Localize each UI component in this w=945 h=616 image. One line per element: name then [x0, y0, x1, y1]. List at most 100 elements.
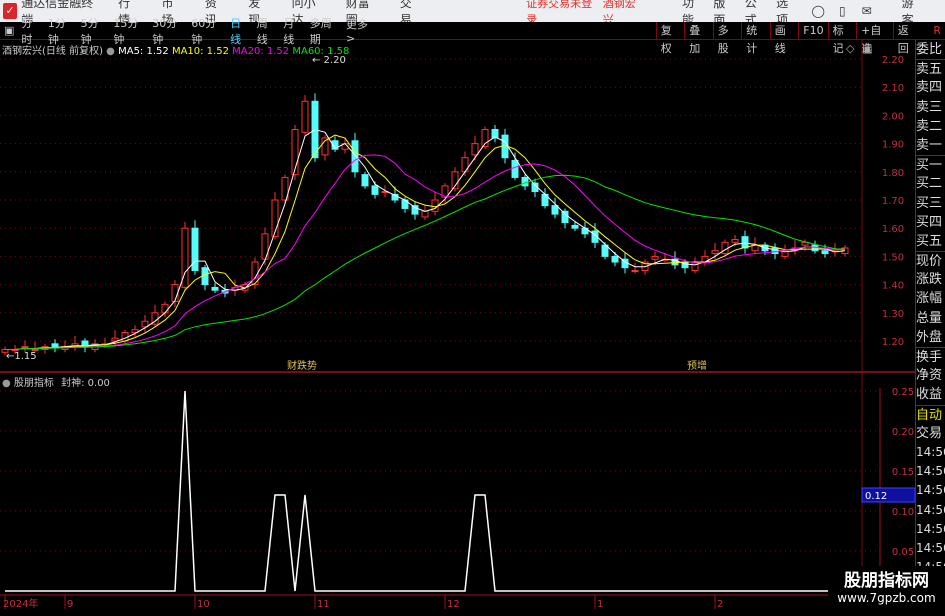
xaxis-label: 12	[447, 599, 460, 609]
quote-label: 收益	[916, 387, 943, 403]
mail-icon[interactable]: ✉	[862, 4, 872, 18]
toolbar-button[interactable]: 叠加	[684, 21, 713, 55]
event-marker: 财跌势	[287, 359, 317, 372]
xaxis-label: 2	[717, 599, 723, 609]
ma20-line	[5, 154, 845, 350]
candle	[551, 205, 559, 215]
candle	[511, 160, 519, 178]
indicator-line	[5, 390, 845, 592]
toolbar-button[interactable]: F10	[798, 21, 827, 40]
ind-tick: 0.20	[892, 427, 914, 438]
candle	[721, 241, 729, 255]
chart-legend: 酒钢宏兴(日线 前复权) ● MA5: 1.52 MA10: 1.52 MA20…	[2, 42, 349, 57]
kline-chart[interactable]: ◇ ▣ 2.20 2.10 2.00 1.90 1.80 1.70 1.60 1.50 1.40 1.…	[0, 40, 915, 609]
candle	[211, 286, 219, 291]
indicator-name[interactable]: 股朋指标	[14, 378, 54, 389]
toolbar-button[interactable]: 统计	[741, 21, 770, 55]
indicator-header: ● 股朋指标 封神: 0.00	[2, 374, 110, 389]
quote-label: 现价	[916, 251, 945, 270]
candle	[361, 174, 369, 187]
candle	[821, 250, 829, 255]
chat-icon[interactable]: ◯	[812, 4, 825, 18]
xaxis-label: 1	[597, 599, 603, 609]
ind-tick: 0.25	[892, 387, 914, 398]
candle	[561, 210, 569, 224]
trade-time: 14:56	[916, 540, 945, 555]
quote-label: 买四	[916, 214, 943, 230]
candle	[611, 255, 619, 263]
toolbar-button[interactable]: 返回	[892, 21, 922, 55]
sidebar-toggle-icon[interactable]: ▣	[4, 24, 14, 37]
quote-label: 买三	[916, 195, 943, 211]
candle	[741, 236, 749, 249]
diamond-icon: ◇	[846, 42, 855, 55]
quote-label: 卖二	[916, 118, 943, 134]
toolbar-button[interactable]: 画线	[769, 21, 799, 55]
trade-time: 14:56	[916, 521, 945, 536]
price-tick: 2.10	[882, 83, 904, 94]
candle	[651, 255, 659, 260]
candle	[51, 343, 59, 348]
quote-label: 总量	[916, 310, 943, 326]
watermark-name: 股朋指标网	[844, 571, 929, 591]
trade-time: 14:56	[916, 483, 945, 498]
trade-time: 14:56	[916, 444, 945, 459]
settings-icon[interactable]: ●	[106, 46, 115, 57]
quote-panel: 委比 卖五 卖四 卖三 卖二 卖一 买一 买二 买三 买四 买五 现价 涨跌 涨幅 总量 外盘 换手 净资 收益 自动…	[915, 40, 945, 612]
trade-time: 14:56	[916, 502, 945, 517]
ma10-label: MA10: 1.52	[171, 46, 229, 57]
price-tick: 1.50	[882, 252, 904, 263]
price-tick: 2.20	[882, 55, 904, 66]
price-tick: 1.40	[882, 281, 904, 292]
quote-label: 卖三	[916, 99, 943, 115]
quote-label: 卖五	[916, 59, 945, 78]
toolbar-button[interactable]: 多股	[712, 21, 742, 55]
toolbar-button[interactable]: 标记	[827, 21, 857, 55]
candle	[301, 100, 309, 133]
xaxis-label: 11	[317, 599, 330, 609]
candle	[521, 176, 529, 187]
candle	[571, 224, 579, 229]
candle	[811, 244, 819, 252]
trade-time: 14:56	[916, 464, 945, 479]
toolbar-button[interactable]: +自选	[856, 21, 893, 55]
quote-label: 外盘	[916, 329, 943, 345]
quote-label: 卖一	[916, 137, 943, 153]
low-label: ←1.15	[6, 351, 37, 362]
ma20-label: MA20: 1.52	[232, 46, 290, 57]
ma60-line	[5, 174, 846, 350]
watermark-url: www.7gpzb.com	[837, 591, 936, 605]
ma5-label: MA5: 1.52	[118, 46, 169, 57]
quote-label: 买五	[916, 233, 943, 249]
quote-label: 涨幅	[916, 291, 943, 307]
panel-toggle-icon: ▣	[862, 42, 872, 55]
ind-tick: 0.05	[892, 547, 914, 558]
candle	[471, 143, 479, 156]
candle	[631, 270, 639, 272]
ma60-label: MA60: 1.58	[292, 46, 350, 57]
corner-label: R	[933, 23, 941, 37]
quote-label: 涨跌	[916, 272, 943, 288]
watermark: 股朋指标网 www.7gpzb.com	[828, 566, 945, 609]
candle	[711, 250, 719, 255]
settings-icon[interactable]: ●	[2, 378, 11, 389]
price-tick: 1.60	[882, 224, 904, 235]
quote-label: 买二	[916, 176, 943, 192]
candle	[371, 185, 379, 195]
price-tick: 1.30	[882, 309, 904, 320]
ma10-line	[5, 134, 845, 350]
toolbar-button[interactable]: 复权	[655, 21, 685, 55]
event-marker: 预增	[687, 359, 707, 372]
quote-label: 委比	[916, 42, 943, 57]
period-toolbar: ▣ 分时 1分钟 5分钟 15分钟 30分钟 60分钟 日线 周线 月线 多周期…	[0, 17, 945, 55]
candle	[171, 284, 179, 303]
chart-title: 酒钢宏兴(日线 前复权)	[2, 46, 103, 57]
quote-label: 换手	[916, 347, 945, 366]
phone-icon[interactable]: ▯	[839, 4, 846, 18]
quote-label: 交易	[916, 425, 943, 441]
price-tick: 2.00	[882, 111, 904, 122]
ind-tick: 0.15	[892, 467, 914, 478]
ma5-line	[5, 128, 846, 350]
quote-label: 净资	[916, 368, 943, 384]
quote-label: 买一	[916, 155, 945, 174]
